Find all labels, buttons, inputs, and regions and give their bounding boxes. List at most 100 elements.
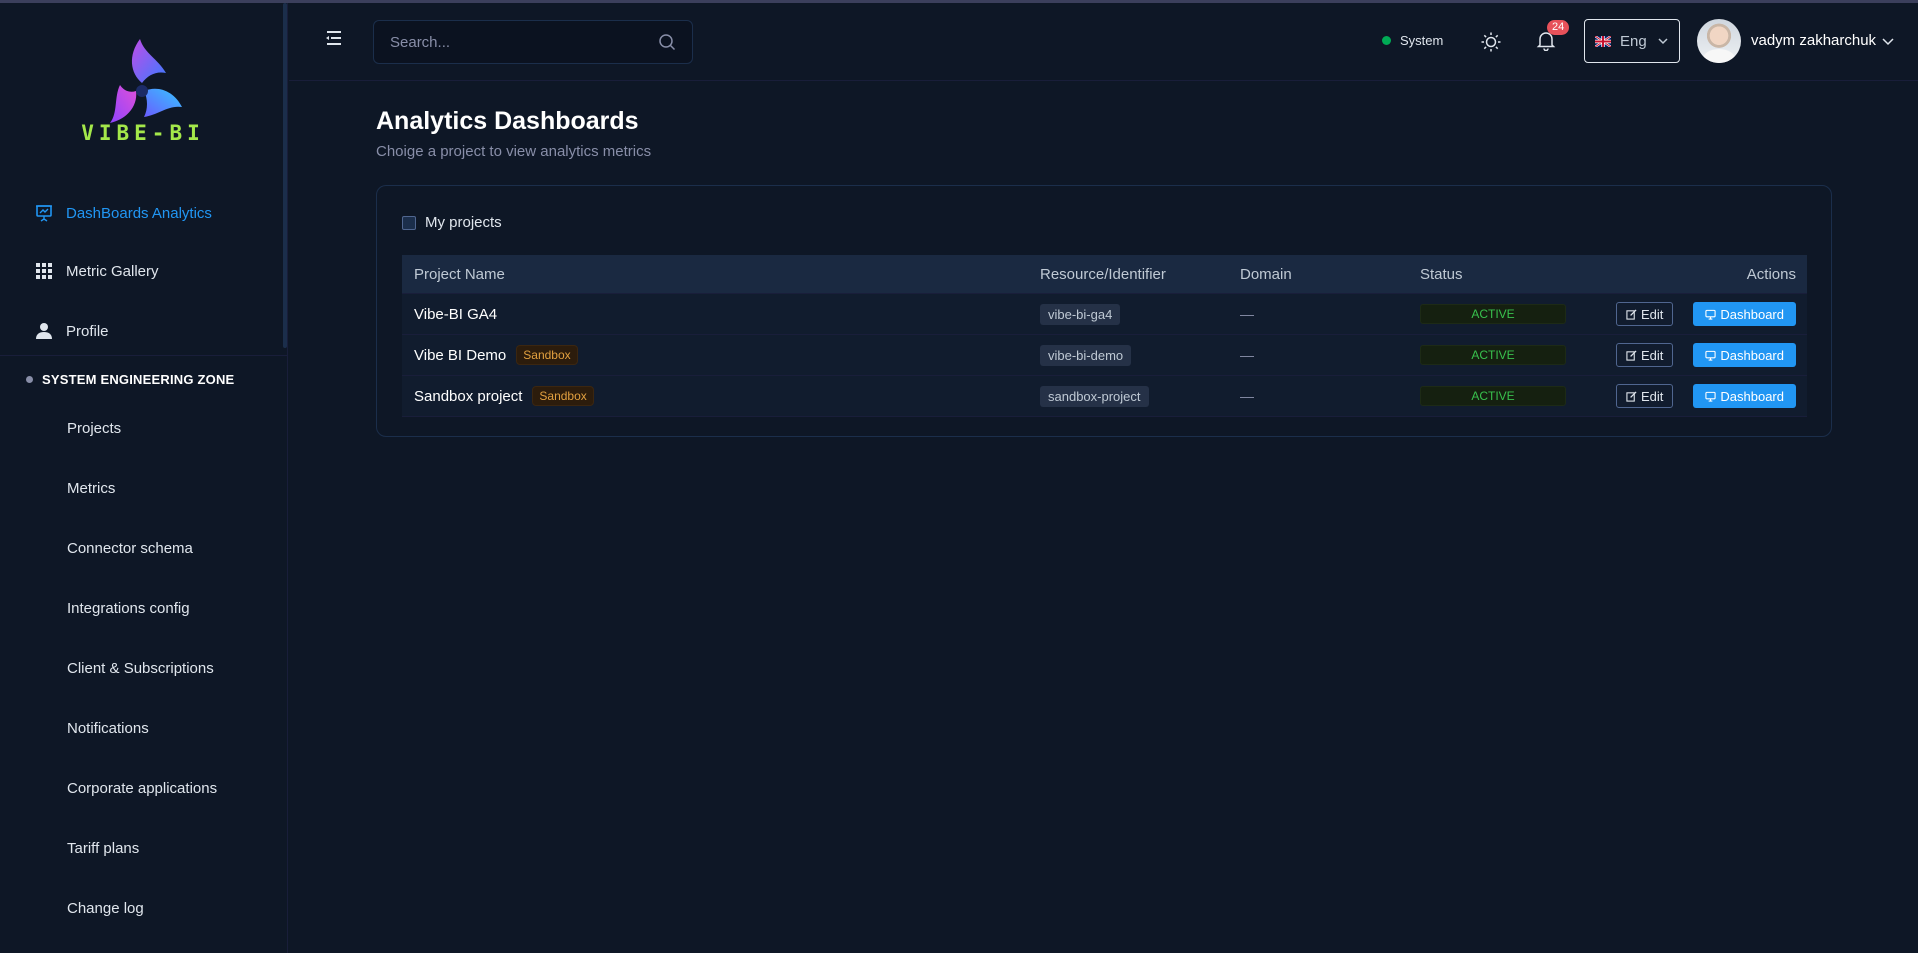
my-projects-filter[interactable]: My projects bbox=[402, 214, 502, 231]
language-select[interactable]: Eng bbox=[1584, 19, 1680, 63]
monitor-icon bbox=[1705, 350, 1717, 361]
table-row: Vibe-BI GA4 vibe-bi-ga4 — ACTIVE Edit Da… bbox=[402, 294, 1807, 335]
domain-cell: — bbox=[1228, 347, 1408, 363]
column-header-resource[interactable]: Resource/Identifier bbox=[1028, 266, 1228, 283]
edit-icon bbox=[1626, 390, 1637, 402]
project-name-cell: Sandbox project Sandbox bbox=[402, 386, 1028, 406]
identifier-badge: sandbox-project bbox=[1040, 385, 1149, 407]
sidebar-item-label: Profile bbox=[66, 322, 109, 340]
sidebar-item-tariff-plans[interactable]: Tariff plans bbox=[67, 840, 139, 857]
edit-button[interactable]: Edit bbox=[1615, 343, 1674, 367]
dashboard-button[interactable]: Dashboard bbox=[1693, 384, 1796, 408]
column-header-domain[interactable]: Domain bbox=[1228, 266, 1408, 283]
status-cell: ACTIVE bbox=[1408, 386, 1598, 406]
project-name-cell: Vibe-BI GA4 bbox=[402, 306, 1028, 323]
search-box[interactable] bbox=[373, 20, 693, 64]
page-title: Analytics Dashboards bbox=[376, 107, 639, 135]
grid-icon bbox=[34, 261, 54, 281]
sidebar-item-corporate-applications[interactable]: Corporate applications bbox=[67, 780, 217, 797]
domain-cell: — bbox=[1228, 306, 1408, 322]
edit-label: Edit bbox=[1640, 306, 1664, 322]
notification-count-badge: 24 bbox=[1547, 20, 1570, 35]
status-cell: ACTIVE bbox=[1408, 304, 1598, 324]
uk-flag-icon bbox=[1595, 35, 1611, 47]
language-label: Eng bbox=[1620, 32, 1647, 50]
domain-value: — bbox=[1240, 306, 1254, 322]
sidebar-item-integrations-config[interactable]: Integrations config bbox=[67, 600, 190, 617]
status-dot-icon bbox=[1382, 36, 1391, 45]
identifier-cell: sandbox-project bbox=[1028, 385, 1228, 407]
edit-label: Edit bbox=[1640, 347, 1664, 363]
chevron-down-icon bbox=[1658, 38, 1668, 45]
projects-panel: My projects Project Name Resource/Identi… bbox=[376, 185, 1832, 437]
identifier-cell: vibe-bi-ga4 bbox=[1028, 303, 1228, 325]
sidebar-item-label: Metric Gallery bbox=[66, 262, 159, 280]
actions-cell: Edit Dashboard bbox=[1598, 302, 1807, 326]
sidebar-item-dashboards-analytics[interactable]: DashBoards Analytics bbox=[34, 201, 212, 225]
edit-button[interactable]: Edit bbox=[1615, 384, 1674, 408]
monitor-icon bbox=[1705, 391, 1717, 402]
domain-cell: — bbox=[1228, 388, 1408, 404]
top-header: System 24 Eng vadym zakharchuk bbox=[289, 3, 1918, 81]
table-header: Project Name Resource/Identifier Domain … bbox=[402, 255, 1807, 294]
sidebar-item-metrics[interactable]: Metrics bbox=[67, 480, 115, 497]
actions-cell: Edit Dashboard bbox=[1598, 343, 1807, 367]
status-badge: ACTIVE bbox=[1420, 304, 1566, 324]
avatar-shirt bbox=[1703, 49, 1735, 63]
identifier-badge: vibe-bi-demo bbox=[1040, 344, 1132, 366]
edit-icon bbox=[1626, 349, 1637, 361]
project-name: Vibe-BI GA4 bbox=[414, 305, 498, 323]
dashboard-label: Dashboard bbox=[1720, 347, 1784, 363]
bullet-icon bbox=[26, 376, 33, 383]
user-icon bbox=[34, 321, 54, 341]
avatar[interactable] bbox=[1697, 19, 1741, 63]
edit-label: Edit bbox=[1640, 388, 1664, 404]
search-icon[interactable] bbox=[658, 33, 676, 51]
table-row: Vibe BI Demo Sandbox vibe-bi-demo — ACTI… bbox=[402, 335, 1807, 376]
domain-value: — bbox=[1240, 347, 1254, 363]
sandbox-badge: Sandbox bbox=[516, 345, 578, 365]
project-name-cell: Vibe BI Demo Sandbox bbox=[402, 345, 1028, 365]
status-badge: ACTIVE bbox=[1420, 386, 1566, 406]
my-projects-checkbox[interactable] bbox=[402, 215, 416, 230]
chevron-down-icon bbox=[1882, 37, 1894, 45]
sidebar-item-label: DashBoards Analytics bbox=[66, 204, 212, 222]
sidebar-item-notifications[interactable]: Notifications bbox=[67, 720, 149, 737]
dashboard-label: Dashboard bbox=[1720, 306, 1784, 322]
status-cell: ACTIVE bbox=[1408, 345, 1598, 365]
projects-table: Project Name Resource/Identifier Domain … bbox=[402, 255, 1807, 417]
identifier-cell: vibe-bi-demo bbox=[1028, 344, 1228, 366]
sun-icon[interactable] bbox=[1480, 31, 1502, 53]
edit-button[interactable]: Edit bbox=[1615, 302, 1674, 326]
sidebar-divider bbox=[0, 355, 287, 356]
sidebar-section-title: SYSTEM ENGINEERING ZONE bbox=[26, 372, 234, 387]
system-status: System bbox=[1382, 33, 1443, 48]
project-name: Vibe BI Demo bbox=[414, 346, 507, 364]
status-badge: ACTIVE bbox=[1420, 345, 1566, 365]
sidebar-item-projects[interactable]: Projects bbox=[67, 420, 121, 437]
dashboard-button[interactable]: Dashboard bbox=[1693, 343, 1796, 367]
search-input[interactable] bbox=[390, 33, 658, 51]
user-name-label: vadym zakharchuk bbox=[1751, 32, 1877, 49]
column-header-status[interactable]: Status bbox=[1408, 266, 1598, 283]
user-menu[interactable]: vadym zakharchuk bbox=[1751, 32, 1895, 49]
sidebar-item-client-subscriptions[interactable]: Client & Subscriptions bbox=[67, 660, 214, 677]
domain-value: — bbox=[1240, 388, 1254, 404]
sidebar-item-change-log[interactable]: Change log bbox=[67, 900, 144, 917]
actions-cell: Edit Dashboard bbox=[1598, 384, 1807, 408]
presentation-board-icon bbox=[34, 203, 54, 223]
sandbox-badge: Sandbox bbox=[532, 386, 594, 406]
dashboard-button[interactable]: Dashboard bbox=[1693, 302, 1796, 326]
sidebar-item-metric-gallery[interactable]: Metric Gallery bbox=[34, 259, 159, 283]
edit-icon bbox=[1626, 308, 1637, 320]
sidebar-item-connector-schema[interactable]: Connector schema bbox=[67, 540, 193, 557]
table-row: Sandbox project Sandbox sandbox-project … bbox=[402, 376, 1807, 417]
page-subtitle: Choige a project to view analytics metri… bbox=[376, 143, 652, 160]
sidebar-item-profile[interactable]: Profile bbox=[34, 319, 109, 343]
identifier-badge: vibe-bi-ga4 bbox=[1040, 303, 1121, 325]
column-header-project-name[interactable]: Project Name bbox=[402, 266, 1028, 283]
system-status-label: System bbox=[1400, 33, 1444, 48]
logo-text: VIBE-BI bbox=[81, 121, 205, 145]
sidebar-scrollbar[interactable] bbox=[283, 3, 287, 348]
menu-toggle-icon[interactable] bbox=[324, 28, 344, 48]
